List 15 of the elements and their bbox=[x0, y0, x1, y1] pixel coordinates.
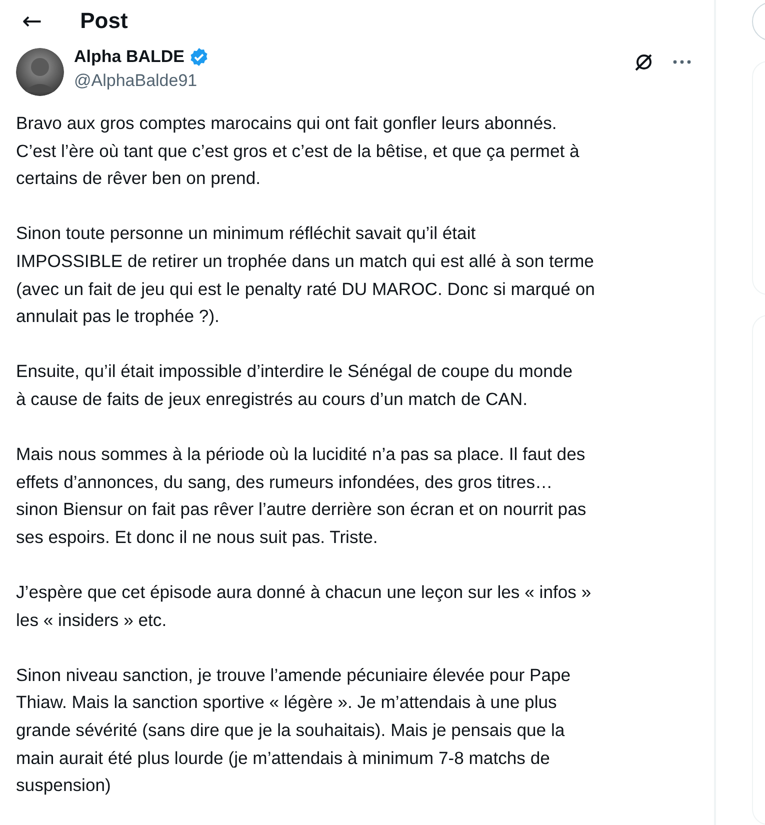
post-paragraph: Mais nous sommes à la période où la lucidité n’a pas sa place. Il faut des effets d’annonces, du sang, des rumeurs infondées, des gros titres… sinon Biensur on fait pas rêver l’autre derrière son écran et on nourrit pas ses espoirs. Et donc il ne nous suit pas. Triste. bbox=[16, 443, 588, 549]
post-paragraph: Sinon niveau sanction, je trouve l’amende pécuniaire élevée pour Pape Thiaw. Mais la sanction sportive « légère ». Je m’attendais à une plus grande sévérité (sans dire que je la souhaitais). Mais je pensais que la main aurait été plus lourde (je m’attendais à minimum 7-8 matchs de suspension) bbox=[16, 664, 572, 798]
post-paragraph: Sinon toute personne un minimum réfléchit savait qu’il était IMPOSSIBLE de retirer un trophée dans un match qui est allé à son terme (avec un fait de jeu qui est le penalty raté DU MAROC. Donc si marqué on annulait pas le trophée ?). bbox=[16, 222, 596, 328]
slashed-circle-icon bbox=[634, 52, 654, 72]
post-paragraph: J’espère que cet épisode aura donné à chacun une leçon sur les « infos » les « insiders » etc. bbox=[16, 581, 592, 632]
post-paragraph: Bravo aux gros comptes marocains qui ont fait gonfler leurs abonnés. C’est l’ère où tant que c’est gros et c’est de la bêtise, et que ça permet à certains de rêver ben on prend. bbox=[16, 112, 580, 190]
more-icon bbox=[672, 59, 692, 65]
author-name[interactable]: Alpha BALDE bbox=[74, 47, 184, 67]
more-button[interactable] bbox=[672, 59, 692, 65]
back-button[interactable]: ← bbox=[18, 7, 46, 35]
grok-button[interactable] bbox=[634, 52, 654, 72]
page-title: Post bbox=[80, 8, 128, 34]
author-handle[interactable]: @AlphaBalde91 bbox=[74, 71, 624, 91]
avatar[interactable] bbox=[16, 48, 64, 96]
post-paragraph: Ensuite, qu’il était impossible d’interdire le Sénégal de coupe du monde à cause de faits de jeux enregistrés au cours d’un match de CAN. bbox=[16, 360, 574, 411]
